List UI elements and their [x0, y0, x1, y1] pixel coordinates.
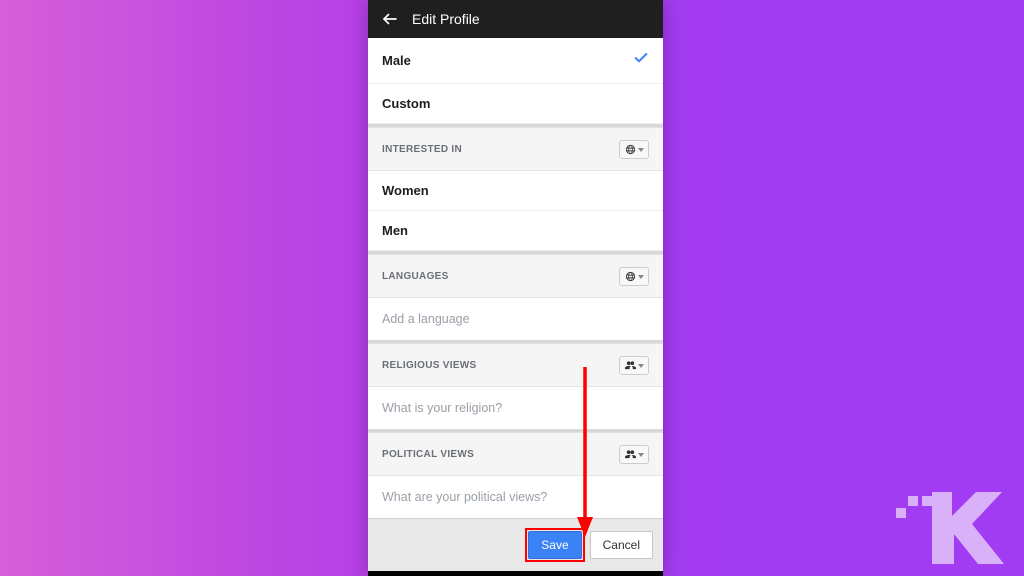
gender-custom-label: Custom: [382, 96, 430, 111]
chevron-down-icon: [638, 148, 644, 152]
title-bar: Edit Profile: [368, 0, 663, 38]
page-title: Edit Profile: [412, 11, 480, 27]
friends-icon: [625, 360, 636, 371]
languages-heading: LANGUAGES: [382, 271, 449, 282]
chevron-down-icon: [638, 453, 644, 457]
politics-heading: POLITICAL VIEWS: [382, 449, 474, 460]
chevron-down-icon: [638, 364, 644, 368]
interested-women-label: Women: [382, 183, 429, 198]
gender-option-custom[interactable]: Custom: [368, 84, 663, 124]
back-button[interactable]: [378, 7, 402, 31]
phone-frame: Edit Profile Male Custom INTERESTED IN: [368, 0, 663, 576]
section-interested-in: INTERESTED IN: [368, 127, 663, 171]
save-highlight: Save: [528, 531, 581, 559]
politics-input[interactable]: [382, 490, 649, 504]
globe-icon: [625, 271, 636, 282]
form-footer: Save Cancel: [368, 518, 663, 571]
religion-input-row[interactable]: [368, 387, 663, 429]
watermark-k: [894, 484, 1004, 564]
language-input[interactable]: [382, 312, 649, 326]
privacy-selector-politics[interactable]: [619, 445, 649, 464]
profile-form: Male Custom INTERESTED IN Women Me: [368, 38, 663, 571]
globe-icon: [625, 144, 636, 155]
gender-option-male[interactable]: Male: [368, 38, 663, 84]
interested-option-women[interactable]: Women: [368, 171, 663, 211]
privacy-selector-interested[interactable]: [619, 140, 649, 159]
back-arrow-icon: [381, 10, 399, 28]
cancel-button[interactable]: Cancel: [590, 531, 653, 559]
politics-input-row[interactable]: [368, 476, 663, 518]
section-languages: LANGUAGES: [368, 254, 663, 298]
friends-icon: [625, 449, 636, 460]
gender-male-label: Male: [382, 53, 411, 68]
privacy-selector-languages[interactable]: [619, 267, 649, 286]
save-button[interactable]: Save: [528, 531, 581, 559]
interested-men-label: Men: [382, 223, 408, 238]
chevron-down-icon: [638, 275, 644, 279]
religion-input[interactable]: [382, 401, 649, 415]
section-political-views: POLITICAL VIEWS: [368, 432, 663, 476]
privacy-selector-religion[interactable]: [619, 356, 649, 375]
religion-heading: RELIGIOUS VIEWS: [382, 360, 477, 371]
stage: Edit Profile Male Custom INTERESTED IN: [0, 0, 1024, 576]
language-input-row[interactable]: [368, 298, 663, 340]
interested-heading: INTERESTED IN: [382, 144, 462, 155]
bottom-bar: [368, 571, 663, 576]
section-religious-views: RELIGIOUS VIEWS: [368, 343, 663, 387]
interested-option-men[interactable]: Men: [368, 211, 663, 251]
check-icon: [633, 50, 649, 71]
